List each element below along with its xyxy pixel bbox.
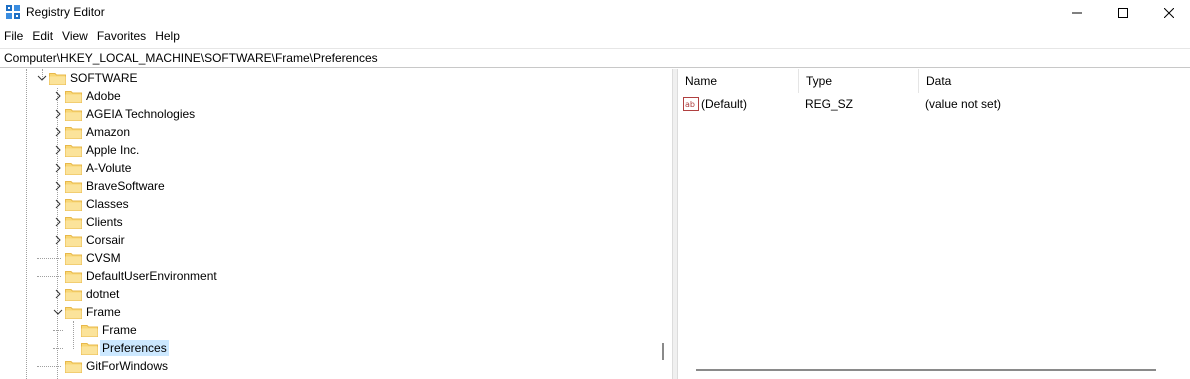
- tree-node[interactable]: GitForWindows: [0, 357, 650, 375]
- chevron-right-icon[interactable]: [52, 180, 64, 192]
- folder-icon: [81, 343, 98, 355]
- folder-icon: [65, 109, 82, 121]
- tree-node[interactable]: Apple Inc.: [0, 141, 650, 159]
- tree-node-label: CVSM: [86, 251, 121, 265]
- chevron-right-icon[interactable]: [52, 216, 64, 228]
- tree-node-label: DefaultUserEnvironment: [86, 269, 217, 283]
- folder-icon: [65, 91, 82, 103]
- folder-icon: [65, 235, 82, 247]
- tree-node-label: GitForWindows: [86, 359, 169, 373]
- tree-node-label: Adobe: [86, 89, 121, 103]
- tree-node[interactable]: Classes: [0, 195, 650, 213]
- value-list[interactable]: Name Type Data ab (Default) REG_SZ (valu…: [678, 69, 1190, 379]
- folder-icon: [65, 361, 82, 373]
- tree-node-label: BraveSoftware: [86, 179, 165, 193]
- svg-text:ab: ab: [685, 100, 695, 109]
- tree-node[interactable]: Frame: [0, 303, 650, 321]
- folder-icon: [65, 217, 82, 229]
- menu-edit[interactable]: Edit: [28, 27, 58, 46]
- value-name: (Default): [701, 97, 748, 111]
- folder-icon: [49, 73, 66, 85]
- tree-connector: [53, 348, 63, 349]
- maximize-button[interactable]: [1100, 0, 1146, 25]
- menu-view[interactable]: View: [58, 27, 93, 46]
- tree-connector: [37, 258, 61, 259]
- value-row[interactable]: ab (Default) REG_SZ (value not set): [678, 94, 1190, 114]
- tree-connector: [37, 276, 61, 277]
- tree-node[interactable]: dotnet: [0, 285, 650, 303]
- chevron-right-icon[interactable]: [52, 108, 64, 120]
- tree-scrollbar[interactable]: [655, 69, 672, 379]
- menu-file[interactable]: File: [0, 27, 28, 46]
- folder-icon: [65, 163, 82, 175]
- registry-editor-icon: [6, 5, 20, 19]
- menu-bar: File Edit View Favorites Help: [0, 27, 185, 46]
- chevron-right-icon[interactable]: [52, 198, 64, 210]
- folder-icon: [65, 271, 82, 283]
- list-header: Name Type Data: [678, 69, 1190, 93]
- tree-node-label: Corsair: [86, 233, 125, 247]
- minimize-icon: [1072, 12, 1082, 13]
- tree-node-label: Frame: [86, 305, 121, 319]
- tree-node[interactable]: Corsair: [0, 231, 650, 249]
- tree-node[interactable]: Clients: [0, 213, 650, 231]
- tree-node[interactable]: Preferences: [0, 339, 650, 357]
- address-bar[interactable]: Computer\HKEY_LOCAL_MACHINE\SOFTWARE\Fra…: [0, 48, 1190, 68]
- tree-node-label: SOFTWARE: [70, 71, 138, 85]
- chevron-right-icon[interactable]: [52, 162, 64, 174]
- tree-node-label: A-Volute: [86, 161, 132, 175]
- window-title: Registry Editor: [26, 5, 105, 19]
- folder-icon: [65, 253, 82, 265]
- chevron-right-icon[interactable]: [52, 288, 64, 300]
- value-type: REG_SZ: [805, 97, 854, 111]
- minimize-button[interactable]: [1054, 0, 1100, 25]
- tree-node-label: Frame: [102, 323, 137, 337]
- folder-icon: [65, 199, 82, 211]
- folder-icon: [81, 325, 98, 337]
- value-data: (value not set): [925, 97, 1002, 111]
- tree-scrollbar-thumb[interactable]: [662, 343, 664, 360]
- title-bar: Registry Editor: [0, 0, 1190, 25]
- chevron-down-icon[interactable]: [36, 72, 48, 84]
- tree-connector: [37, 366, 61, 367]
- chevron-right-icon[interactable]: [52, 234, 64, 246]
- tree-node[interactable]: Adobe: [0, 87, 650, 105]
- menu-favorites[interactable]: Favorites: [93, 27, 151, 46]
- column-header-type[interactable]: Type: [799, 69, 919, 93]
- tree-node[interactable]: Frame: [0, 321, 650, 339]
- maximize-icon: [1118, 7, 1128, 18]
- tree-node[interactable]: A-Volute: [0, 159, 650, 177]
- folder-icon: [65, 145, 82, 157]
- tree-node-label: dotnet: [86, 287, 120, 301]
- tree-node-label: Preferences: [100, 340, 169, 356]
- tree-connector: [53, 330, 63, 331]
- tree-node[interactable]: DefaultUserEnvironment: [0, 267, 650, 285]
- chevron-down-icon[interactable]: [52, 306, 64, 318]
- chevron-right-icon[interactable]: [52, 126, 64, 138]
- string-value-icon: ab: [683, 97, 699, 111]
- chevron-right-icon[interactable]: [52, 144, 64, 156]
- tree-node[interactable]: CVSM: [0, 249, 650, 267]
- tree-node-label: Apple Inc.: [86, 143, 140, 157]
- tree-node-label: Clients: [86, 215, 123, 229]
- folder-icon: [65, 289, 82, 301]
- column-header-name[interactable]: Name: [678, 69, 799, 93]
- menu-help[interactable]: Help: [151, 27, 185, 46]
- key-tree[interactable]: SOFTWARE Adobe AGEIA Technologies Amazon…: [0, 69, 672, 379]
- chevron-right-icon[interactable]: [52, 90, 64, 102]
- close-icon: [1164, 7, 1174, 18]
- tree-node-label: AGEIA Technologies: [86, 107, 196, 121]
- tree-node[interactable]: BraveSoftware: [0, 177, 650, 195]
- list-scrollbar-thumb[interactable]: [696, 369, 1156, 371]
- tree-node-label: Classes: [86, 197, 129, 211]
- tree-node[interactable]: Amazon: [0, 123, 650, 141]
- folder-icon: [65, 127, 82, 139]
- folder-icon: [65, 181, 82, 193]
- tree-node[interactable]: AGEIA Technologies: [0, 105, 650, 123]
- folder-icon: [65, 307, 82, 319]
- column-header-data[interactable]: Data: [919, 69, 1190, 93]
- close-button[interactable]: [1146, 0, 1190, 25]
- tree-node-label: Amazon: [86, 125, 131, 139]
- tree-node-root[interactable]: SOFTWARE: [0, 69, 650, 87]
